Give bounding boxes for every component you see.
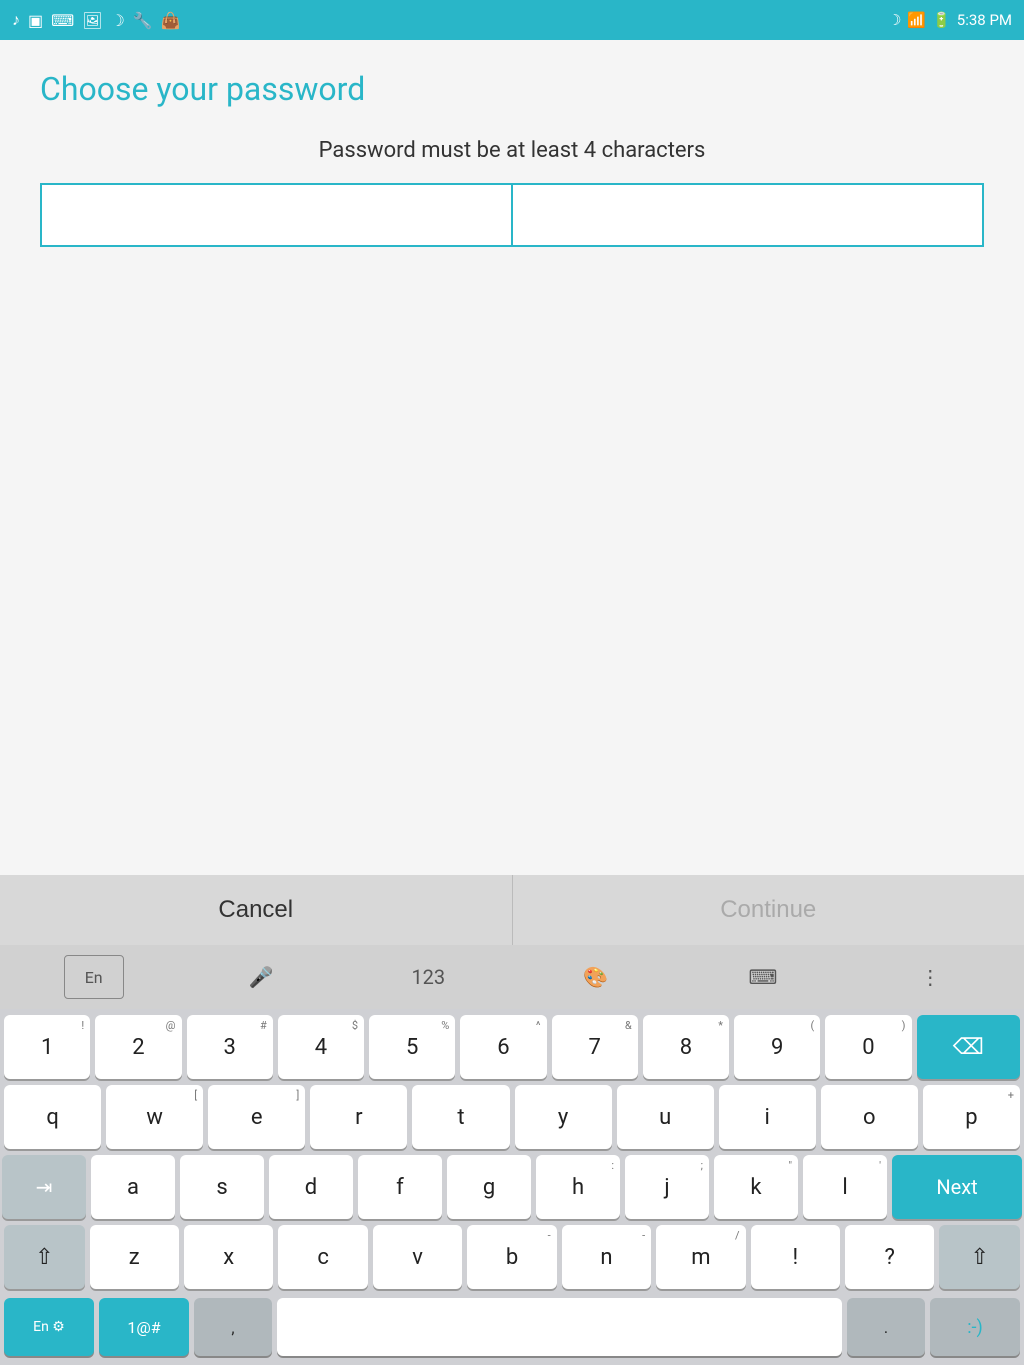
key-h[interactable]: h:	[536, 1155, 620, 1219]
keyboard-bottom-row: En ⚙ 1@# , . :-)	[0, 1295, 1024, 1365]
symbols-key[interactable]: 1@#	[99, 1298, 189, 1356]
wrench-icon: 🔧	[133, 11, 153, 30]
key-1[interactable]: 1!	[4, 1015, 90, 1079]
continue-button[interactable]: Continue	[513, 875, 1024, 945]
wallet-icon: 👜	[161, 11, 181, 30]
status-bar: ♪ ▣ ⌨ 🖼 ☽ 🔧 👜 ☽ 📶 🔋 5:38 PM	[0, 0, 1024, 40]
keyboard-row-numbers: 1! 2@ 3# 4$ 5% 6^ 7& 8* 9( 0) ⌫	[4, 1015, 1020, 1079]
key-exclaim[interactable]: !	[751, 1225, 840, 1289]
keyboard: 1! 2@ 3# 4$ 5% 6^ 7& 8* 9( 0) ⌫ q w[ e] …	[0, 1009, 1024, 1295]
key-x[interactable]: x	[184, 1225, 273, 1289]
key-l[interactable]: l'	[803, 1155, 887, 1219]
app-content: Choose your password Password must be at…	[0, 40, 1024, 875]
key-0[interactable]: 0)	[825, 1015, 911, 1079]
key-w[interactable]: w[	[106, 1085, 203, 1149]
key-3[interactable]: 3#	[187, 1015, 273, 1079]
page-title: Choose your password	[40, 70, 984, 108]
numbers-button[interactable]: 123	[398, 955, 458, 999]
keyboard-hide-button[interactable]: ⌨	[733, 955, 793, 999]
music-icon: ♪	[12, 10, 20, 30]
key-7[interactable]: 7&	[552, 1015, 638, 1079]
next-key[interactable]: Next	[892, 1155, 1022, 1219]
password-input-row	[40, 183, 984, 247]
key-i[interactable]: i	[719, 1085, 816, 1149]
key-6[interactable]: 6^	[460, 1015, 546, 1079]
emoji-key[interactable]: :-)	[930, 1298, 1020, 1356]
key-9[interactable]: 9(	[734, 1015, 820, 1079]
password-field-2[interactable]	[513, 185, 982, 245]
key-q[interactable]: q	[4, 1085, 101, 1149]
tablet-icon: ▣	[28, 11, 43, 30]
moon-right-icon: ☽	[888, 11, 901, 29]
key-b[interactable]: b-	[467, 1225, 556, 1289]
key-u[interactable]: u	[617, 1085, 714, 1149]
microphone-button[interactable]: 🎤	[231, 955, 291, 999]
key-z[interactable]: z	[90, 1225, 179, 1289]
key-o[interactable]: o	[821, 1085, 918, 1149]
battery-icon: 🔋	[932, 11, 951, 29]
space-key[interactable]	[277, 1298, 842, 1356]
keyboard-icon: ⌨	[51, 11, 74, 30]
comma-key[interactable]: ,	[194, 1298, 272, 1356]
key-e[interactable]: e]	[208, 1085, 305, 1149]
shift-left-key[interactable]: ⇧	[4, 1225, 85, 1289]
password-hint: Password must be at least 4 characters	[40, 138, 984, 163]
key-f[interactable]: f	[358, 1155, 442, 1219]
period-key[interactable]: .	[847, 1298, 925, 1356]
key-5[interactable]: 5%	[369, 1015, 455, 1079]
theme-button[interactable]: 🎨	[566, 955, 626, 999]
tab-key[interactable]: ⇥	[2, 1155, 86, 1219]
key-r[interactable]: r	[310, 1085, 407, 1149]
wifi-icon: 📶	[907, 11, 926, 29]
backspace-key[interactable]: ⌫	[917, 1015, 1021, 1079]
key-s[interactable]: s	[180, 1155, 264, 1219]
key-k[interactable]: k"	[714, 1155, 798, 1219]
action-bar: Cancel Continue	[0, 875, 1024, 945]
more-button[interactable]: ⋮	[900, 955, 960, 999]
key-2[interactable]: 2@	[95, 1015, 181, 1079]
key-8[interactable]: 8*	[643, 1015, 729, 1079]
key-m[interactable]: m/	[656, 1225, 745, 1289]
key-question[interactable]: ?	[845, 1225, 934, 1289]
lang-settings-key[interactable]: En ⚙	[4, 1298, 94, 1356]
shift-right-key[interactable]: ⇧	[939, 1225, 1020, 1289]
keyboard-row-qwerty: q w[ e] r t y u i o p+	[4, 1085, 1020, 1149]
key-g[interactable]: g	[447, 1155, 531, 1219]
key-y[interactable]: y	[515, 1085, 612, 1149]
key-d[interactable]: d	[269, 1155, 353, 1219]
language-button[interactable]: En	[64, 955, 124, 999]
key-p[interactable]: p+	[923, 1085, 1020, 1149]
key-4[interactable]: 4$	[278, 1015, 364, 1079]
keyboard-toolbar: En 🎤 123 🎨 ⌨ ⋮	[0, 945, 1024, 1009]
keyboard-row-asdf: ⇥ a s d f g h: j; k" l' Next	[4, 1155, 1020, 1219]
image-icon: 🖼	[82, 11, 102, 30]
key-a[interactable]: a	[91, 1155, 175, 1219]
key-n[interactable]: n-	[562, 1225, 651, 1289]
moon-icon: ☽	[111, 11, 125, 30]
password-field-1[interactable]	[42, 185, 511, 245]
key-v[interactable]: v	[373, 1225, 462, 1289]
keyboard-row-zxcv: ⇧ z x c v b- n- m/ ! ? ⇧	[4, 1225, 1020, 1289]
status-icons-left: ♪ ▣ ⌨ 🖼 ☽ 🔧 👜	[12, 10, 181, 30]
status-icons-right: ☽ 📶 🔋 5:38 PM	[888, 11, 1012, 29]
key-c[interactable]: c	[278, 1225, 367, 1289]
cancel-button[interactable]: Cancel	[0, 875, 513, 945]
key-t[interactable]: t	[412, 1085, 509, 1149]
status-time: 5:38 PM	[957, 11, 1012, 29]
key-j[interactable]: j;	[625, 1155, 709, 1219]
